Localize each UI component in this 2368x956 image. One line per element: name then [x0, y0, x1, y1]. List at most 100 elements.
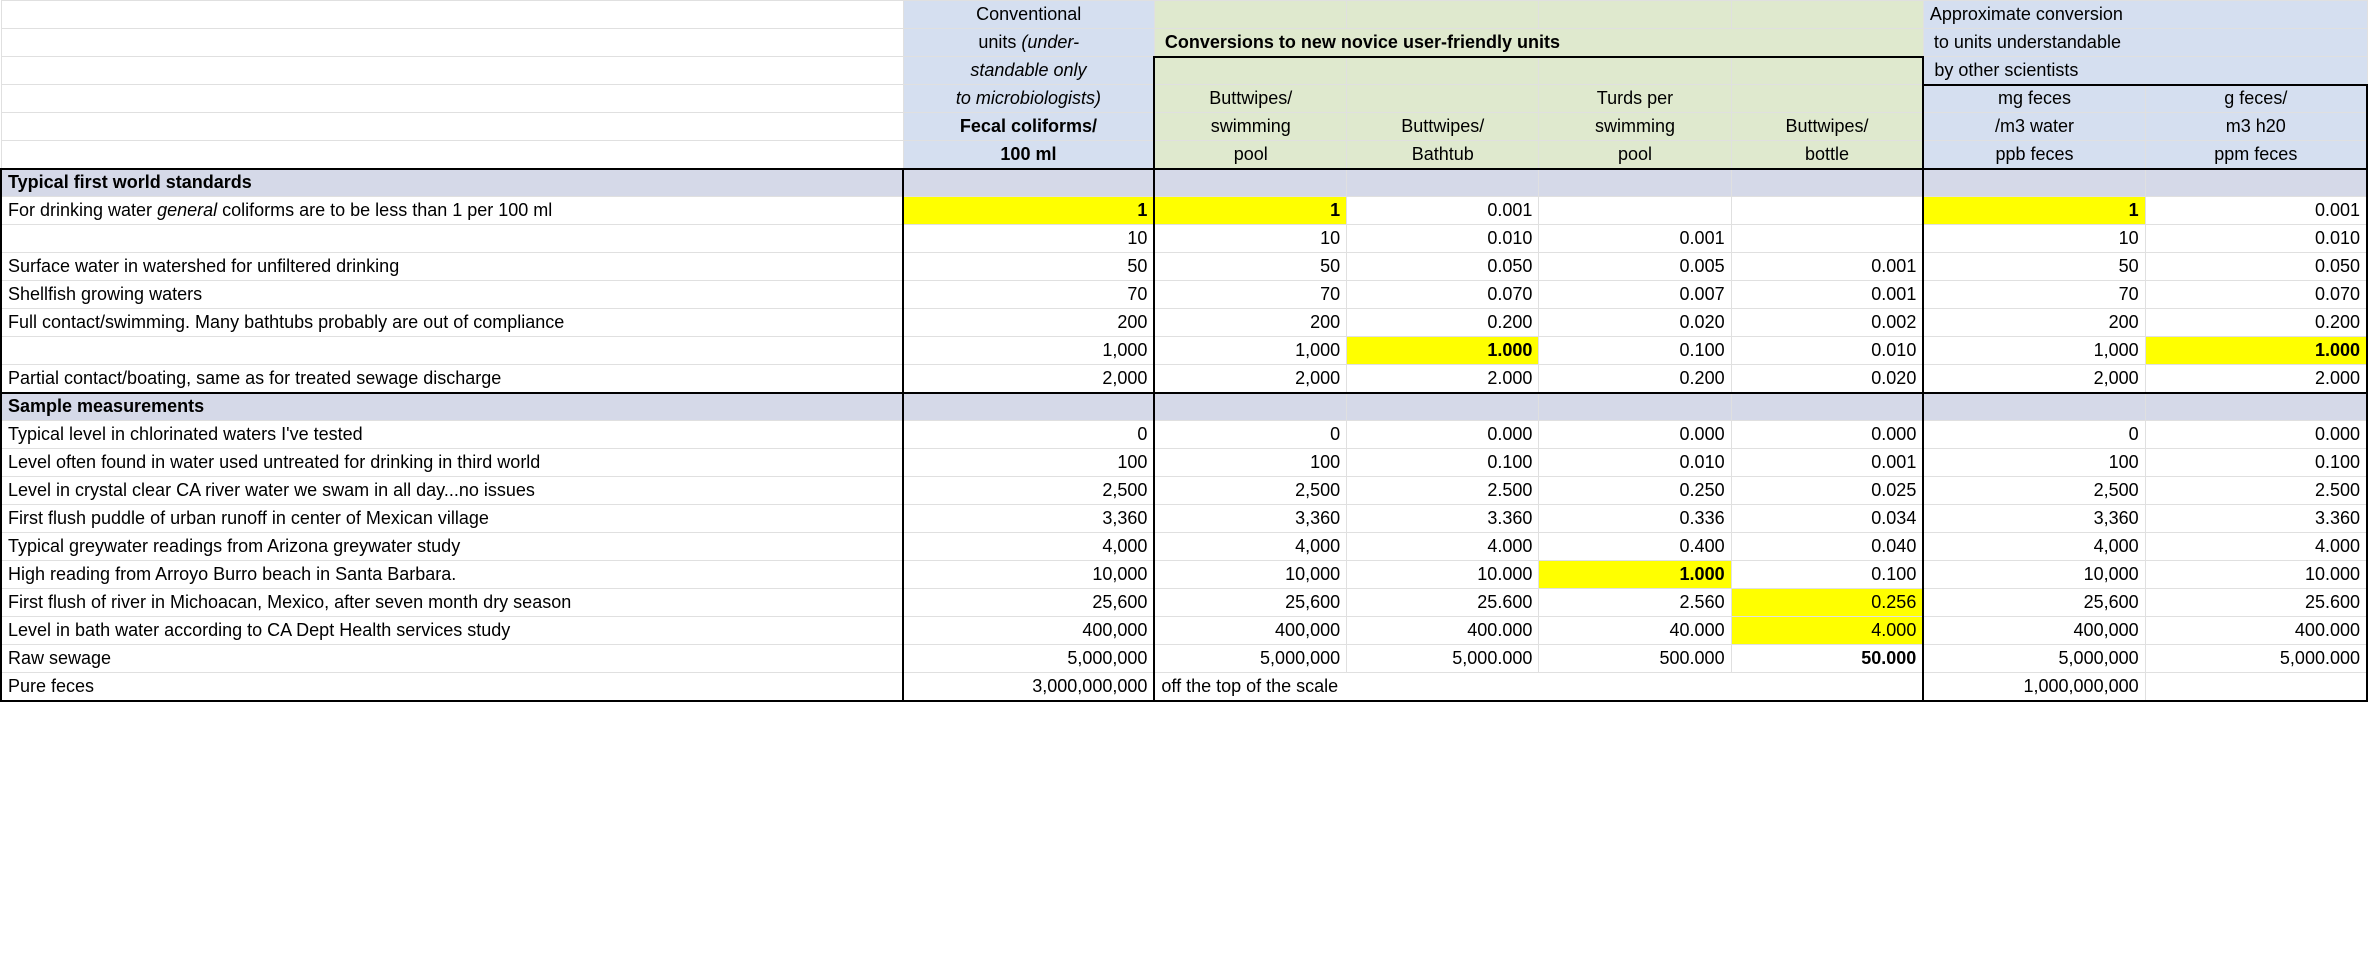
cell[interactable]: 400,000 — [1923, 617, 2145, 645]
row-label[interactable]: Typical greywater readings from Arizona … — [1, 533, 903, 561]
cell[interactable]: 10,000 — [903, 561, 1154, 589]
blank-cell[interactable] — [1731, 169, 1923, 197]
cell[interactable]: 3.360 — [2145, 505, 2367, 533]
cell[interactable]: 0.200 — [1539, 365, 1731, 393]
row-label[interactable]: Level in crystal clear CA river water we… — [1, 477, 903, 505]
cell[interactable]: 2,000 — [903, 365, 1154, 393]
cell[interactable]: 0 — [903, 421, 1154, 449]
hdr-novice-blank[interactable] — [1347, 1, 1539, 29]
cell[interactable]: 400,000 — [1154, 617, 1346, 645]
cell[interactable]: 2,500 — [1923, 477, 2145, 505]
row-label[interactable]: Full contact/swimming. Many bathtubs pro… — [1, 309, 903, 337]
cell[interactable]: 4.000 — [2145, 533, 2367, 561]
cell[interactable]: 2.560 — [1539, 589, 1731, 617]
row-label[interactable]: Raw sewage — [1, 645, 903, 673]
cell[interactable]: 400.000 — [1347, 617, 1539, 645]
col-hdr[interactable]: Buttwipes/ — [1154, 85, 1346, 113]
row-label[interactable] — [1, 225, 903, 253]
cell[interactable]: 0.010 — [1347, 225, 1539, 253]
cell[interactable]: 1 — [903, 197, 1154, 225]
col-hdr[interactable]: pool — [1539, 141, 1731, 169]
blank-cell[interactable] — [1154, 393, 1346, 421]
blank-cell[interactable] — [1, 113, 903, 141]
cell[interactable]: 25,600 — [1923, 589, 2145, 617]
cell[interactable]: 0.256 — [1731, 589, 1923, 617]
cell[interactable]: 0.000 — [1347, 421, 1539, 449]
cell[interactable]: 25.600 — [1347, 589, 1539, 617]
cell[interactable]: 1 — [1154, 197, 1346, 225]
cell[interactable]: 0.070 — [2145, 281, 2367, 309]
cell[interactable]: 1,000 — [903, 337, 1154, 365]
cell[interactable]: 0.001 — [1731, 253, 1923, 281]
cell[interactable]: 25,600 — [903, 589, 1154, 617]
cell[interactable]: 0.001 — [1731, 449, 1923, 477]
cell[interactable]: 70 — [1923, 281, 2145, 309]
cell[interactable]: 0.034 — [1731, 505, 1923, 533]
blank-cell[interactable] — [2145, 393, 2367, 421]
hdr-conventional[interactable]: to microbiologists) — [903, 85, 1154, 113]
cell[interactable]: 10 — [1923, 225, 2145, 253]
col-hdr[interactable]: ppb feces — [1923, 141, 2145, 169]
row-label[interactable]: Level in bath water according to CA Dept… — [1, 617, 903, 645]
cell[interactable]: 10 — [1154, 225, 1346, 253]
cell[interactable]: 0.050 — [2145, 253, 2367, 281]
cell[interactable]: 50 — [903, 253, 1154, 281]
cell[interactable]: 5,000,000 — [1154, 645, 1346, 673]
cell[interactable]: 10 — [903, 225, 1154, 253]
cell[interactable]: 400.000 — [2145, 617, 2367, 645]
cell[interactable]: 4.000 — [1347, 533, 1539, 561]
cell[interactable]: 0 — [1923, 421, 2145, 449]
cell[interactable]: 0.100 — [1539, 337, 1731, 365]
cell[interactable]: 100 — [1154, 449, 1346, 477]
cell[interactable]: 0.020 — [1731, 365, 1923, 393]
cell[interactable]: 10,000 — [1154, 561, 1346, 589]
col-hdr[interactable]: Buttwipes/ — [1731, 113, 1923, 141]
blank-cell[interactable] — [1539, 169, 1731, 197]
cell[interactable]: 1,000,000,000 — [1923, 673, 2145, 701]
hdr-novice-blank[interactable] — [1731, 57, 1923, 85]
row-label[interactable]: First flush of river in Michoacan, Mexic… — [1, 589, 903, 617]
row-label[interactable]: First flush puddle of urban runoff in ce… — [1, 505, 903, 533]
blank-cell[interactable] — [1731, 393, 1923, 421]
cell[interactable]: 25.600 — [2145, 589, 2367, 617]
hdr-conventional[interactable]: units (under- — [903, 29, 1154, 57]
hdr-novice-blank[interactable] — [1347, 57, 1539, 85]
blank-cell[interactable] — [903, 393, 1154, 421]
cell[interactable]: 0.200 — [2145, 309, 2367, 337]
cell[interactable]: 2.000 — [1347, 365, 1539, 393]
blank-cell[interactable] — [1, 29, 903, 57]
hdr-conventional[interactable]: Conventional — [903, 1, 1154, 29]
col-hdr[interactable]: swimming — [1539, 113, 1731, 141]
row-label[interactable]: Surface water in watershed for unfiltere… — [1, 253, 903, 281]
hdr-novice-blank[interactable] — [1539, 57, 1731, 85]
cell[interactable]: 4.000 — [1731, 617, 1923, 645]
cell[interactable]: 5,000.000 — [2145, 645, 2367, 673]
cell[interactable]: 1,000 — [1154, 337, 1346, 365]
cell[interactable]: 10.000 — [2145, 561, 2367, 589]
col-hdr[interactable]: /m3 water — [1923, 113, 2145, 141]
col-hdr[interactable]: g feces/ — [2145, 85, 2367, 113]
cell[interactable]: 0.020 — [1539, 309, 1731, 337]
col-hdr[interactable]: pool — [1154, 141, 1346, 169]
blank-cell[interactable] — [1, 141, 903, 169]
cell[interactable]: 40.000 — [1539, 617, 1731, 645]
cell[interactable]: 0.050 — [1347, 253, 1539, 281]
cell[interactable]: 0.336 — [1539, 505, 1731, 533]
col-hdr[interactable]: Bathtub — [1347, 141, 1539, 169]
cell[interactable]: 3.360 — [1347, 505, 1539, 533]
cell[interactable]: 2.000 — [2145, 365, 2367, 393]
cell[interactable]: 1,000 — [1923, 337, 2145, 365]
hdr-conventional[interactable]: Fecal coliforms/ — [903, 113, 1154, 141]
row-label[interactable]: Level often found in water used untreate… — [1, 449, 903, 477]
cell[interactable]: 0.002 — [1731, 309, 1923, 337]
cell[interactable]: 70 — [903, 281, 1154, 309]
cell[interactable]: 0.000 — [1539, 421, 1731, 449]
cell[interactable]: 3,000,000,000 — [903, 673, 1154, 701]
cell[interactable]: 70 — [1154, 281, 1346, 309]
cell[interactable]: 5,000,000 — [903, 645, 1154, 673]
row-label[interactable]: For drinking water general coliforms are… — [1, 197, 903, 225]
col-hdr[interactable]: mg feces — [1923, 85, 2145, 113]
col-hdr[interactable]: bottle — [1731, 141, 1923, 169]
cell[interactable]: 4,000 — [903, 533, 1154, 561]
row-label[interactable]: Pure feces — [1, 673, 903, 701]
